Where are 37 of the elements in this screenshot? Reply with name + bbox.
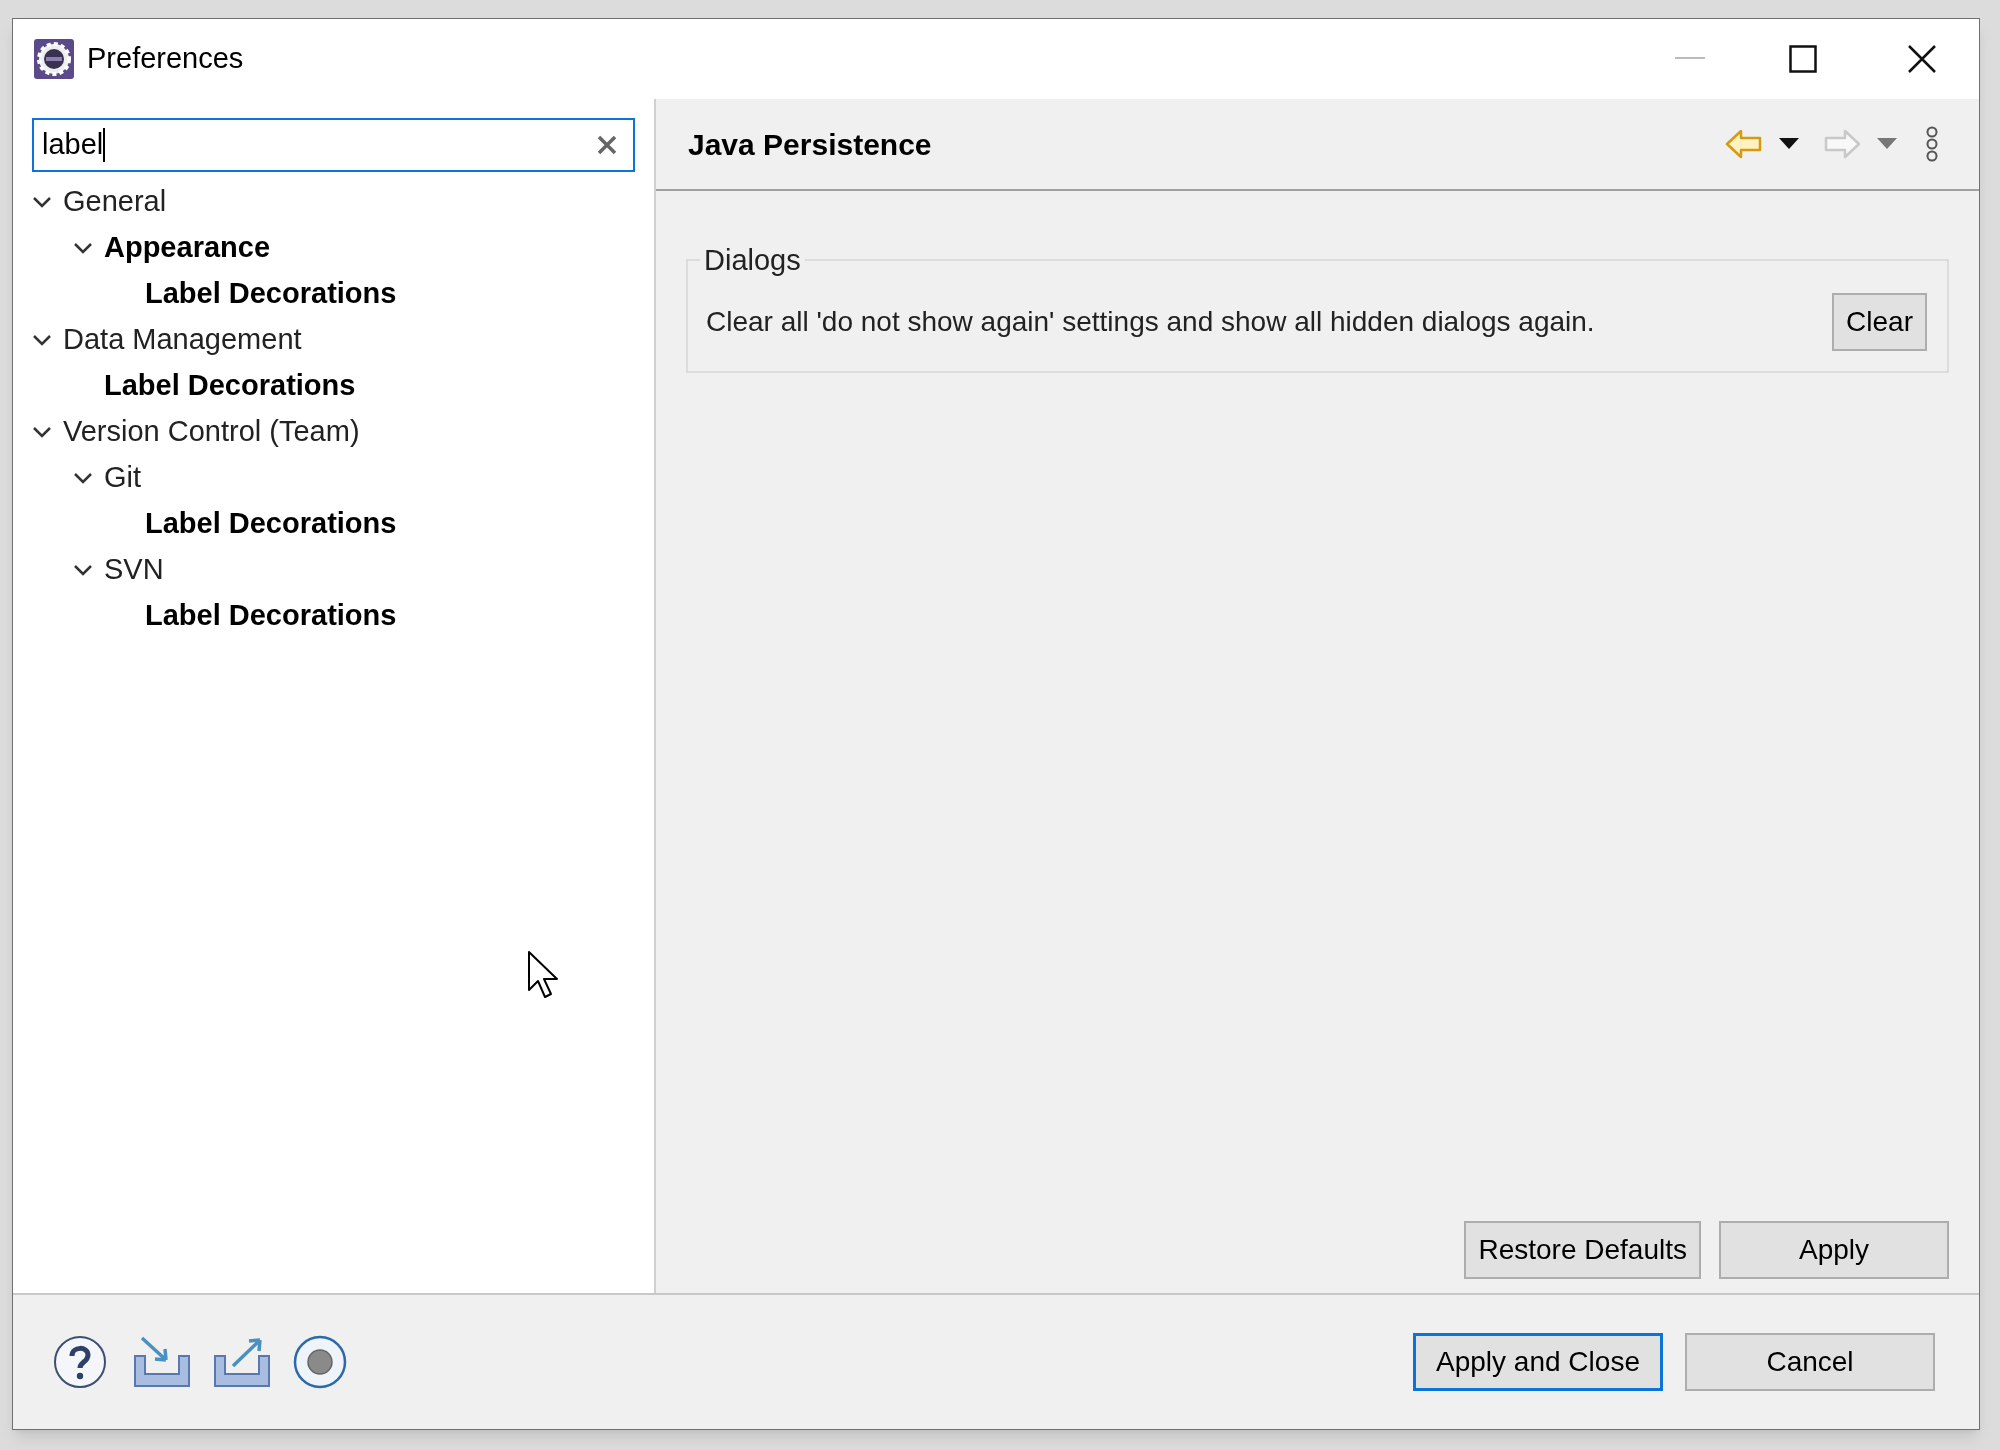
chevron-down-icon[interactable] [72, 241, 94, 255]
tree-item[interactable]: Appearance [104, 226, 270, 270]
clear-button[interactable]: Clear [1832, 293, 1927, 351]
page-title: Java Persistence [688, 126, 932, 163]
chevron-down-icon[interactable] [31, 333, 53, 347]
clear-icon[interactable] [597, 135, 617, 155]
tree-item[interactable]: Label Decorations [145, 502, 397, 546]
cancel-button[interactable]: Cancel [1685, 1333, 1935, 1391]
tree-item[interactable]: General [63, 180, 167, 224]
tree-item[interactable]: Data Management [63, 318, 302, 362]
export-icon[interactable] [213, 1336, 271, 1388]
mouse-pointer-icon [527, 950, 561, 1000]
chevron-down-icon[interactable] [72, 471, 94, 485]
tree-item[interactable]: Git [104, 456, 142, 500]
gear-icon [33, 38, 75, 80]
tree-item[interactable]: Label Decorations [145, 594, 397, 638]
more-options-icon[interactable] [1925, 126, 1939, 162]
close-icon[interactable] [1907, 44, 1937, 74]
restore-defaults-button[interactable]: Restore Defaults [1464, 1221, 1701, 1279]
dropdown-caret-icon[interactable] [1779, 138, 1799, 150]
tree-item[interactable]: SVN [104, 548, 164, 592]
help-icon[interactable] [53, 1335, 107, 1389]
chevron-down-icon[interactable] [72, 563, 94, 577]
apply-button[interactable]: Apply [1719, 1221, 1949, 1279]
record-icon[interactable] [293, 1335, 347, 1389]
tree-item[interactable]: Label Decorations [104, 364, 356, 408]
window-title: Preferences [87, 41, 244, 77]
chevron-down-icon[interactable] [31, 425, 53, 439]
maximize-icon[interactable] [1789, 45, 1817, 73]
group-description: Clear all 'do not show again' settings and show all hidden dialogs again. [706, 305, 1596, 339]
apply-and-close-button[interactable]: Apply and Close [1413, 1333, 1663, 1391]
tree-item[interactable]: Label Decorations [145, 272, 397, 316]
search-field[interactable]: label [32, 118, 635, 172]
tree-item[interactable]: Version Control (Team) [63, 410, 360, 454]
search-text: label [42, 127, 104, 163]
chevron-down-icon[interactable] [31, 195, 53, 209]
import-icon[interactable] [133, 1336, 191, 1388]
